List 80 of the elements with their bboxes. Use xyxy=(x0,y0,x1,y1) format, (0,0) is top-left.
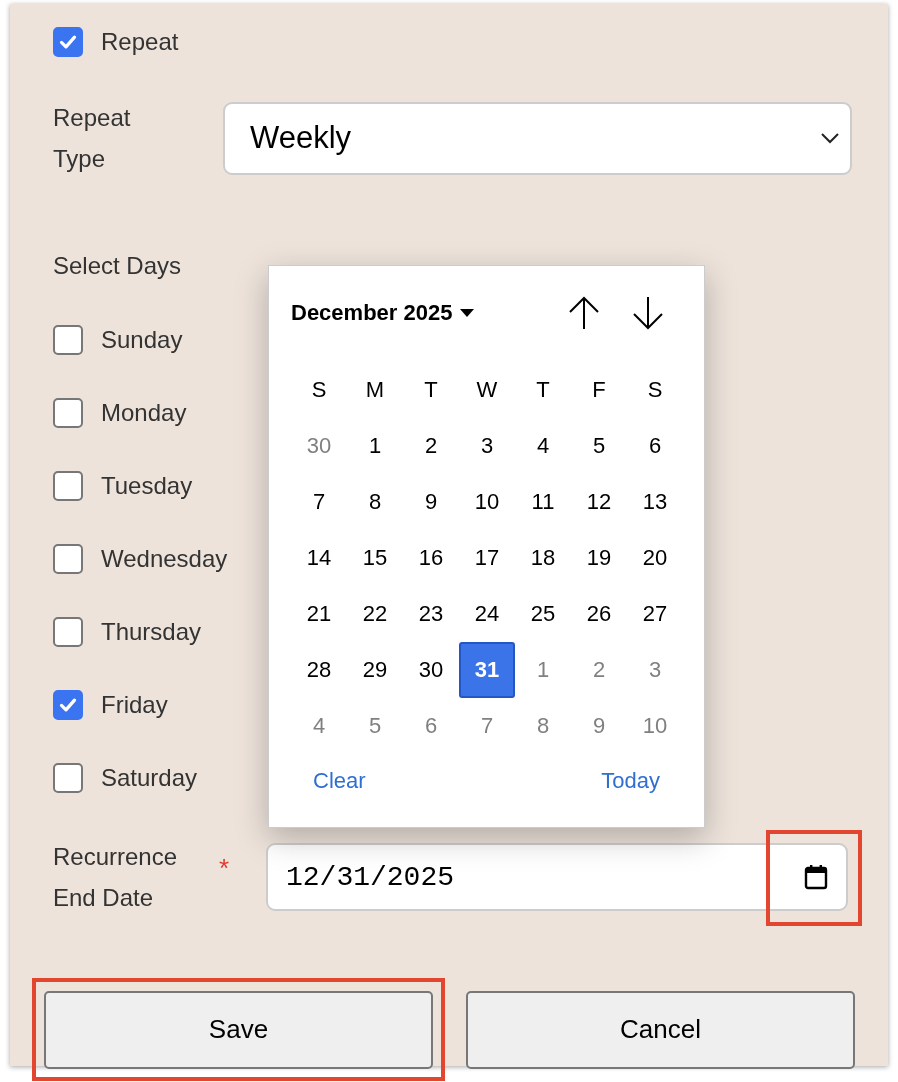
checkbox-label: Monday xyxy=(101,398,187,427)
action-button[interactable]: Cancel xyxy=(466,990,855,1069)
checkbox-label: Repeat xyxy=(101,28,179,56)
dropdown-triangle-icon xyxy=(460,309,475,317)
calendar-day[interactable]: 26 xyxy=(571,586,627,642)
checkbox-label: Wednesday xyxy=(101,544,228,573)
calendar-day[interactable]: 8 xyxy=(347,474,403,530)
section-label: Select Days xyxy=(53,253,183,279)
calendar-day[interactable]: 10 xyxy=(459,474,515,530)
today-link[interactable]: Today xyxy=(601,764,660,798)
checkbox-label: Friday xyxy=(101,690,168,719)
field-label: Repeat Type xyxy=(53,103,132,174)
calendar-day[interactable]: 12 xyxy=(571,474,627,530)
calendar-day[interactable]: 10 xyxy=(627,698,683,754)
clear-link[interactable]: Clear xyxy=(313,764,366,798)
calendar-day[interactable]: 8 xyxy=(515,698,571,754)
checkbox[interactable] xyxy=(53,616,83,647)
month-dropdown[interactable]: December 2025 xyxy=(291,300,475,326)
repeat-type-select[interactable]: Weekly xyxy=(223,101,852,175)
calendar-day[interactable]: 2 xyxy=(571,642,627,698)
calendar-day[interactable]: 30 xyxy=(403,642,459,698)
calendar-day[interactable]: 30 xyxy=(291,418,347,474)
calendar-day[interactable]: 18 xyxy=(515,530,571,586)
calendar-day[interactable]: 4 xyxy=(291,698,347,754)
calendar-day[interactable]: 1 xyxy=(515,642,571,698)
calendar-icon xyxy=(804,864,828,890)
field-label: Recurrence End Date xyxy=(53,842,179,913)
calendar-day[interactable]: 29 xyxy=(347,642,403,698)
weekday-label: T xyxy=(423,376,439,404)
calendar-day[interactable]: 9 xyxy=(571,698,627,754)
calendar-day[interactable]: 20 xyxy=(627,530,683,586)
checkbox-label: Sunday xyxy=(101,325,183,354)
checkbox[interactable] xyxy=(53,324,83,355)
calendar-day[interactable]: 19 xyxy=(571,530,627,586)
calendar-day[interactable]: 3 xyxy=(627,642,683,698)
calendar-day[interactable]: 23 xyxy=(403,586,459,642)
calendar-day[interactable]: 27 xyxy=(627,586,683,642)
calendar-day[interactable]: 21 xyxy=(291,586,347,642)
calendar-day[interactable]: 15 xyxy=(347,530,403,586)
calendar-day[interactable]: 25 xyxy=(515,586,571,642)
calendar-day[interactable]: 11 xyxy=(515,474,571,530)
weekday-label: T xyxy=(535,376,551,404)
calendar-day[interactable]: 24 xyxy=(459,586,515,642)
calendar-day[interactable]: 3 xyxy=(459,418,515,474)
calendar-day[interactable]: 22 xyxy=(347,586,403,642)
calendar-day[interactable]: 4 xyxy=(515,418,571,474)
calendar-day[interactable]: 1 xyxy=(347,418,403,474)
calendar-day[interactable]: 7 xyxy=(459,698,515,754)
calendar-day[interactable]: 31 xyxy=(459,642,515,698)
date-field[interactable]: 12/31/2025 xyxy=(266,843,848,911)
calendar-day[interactable]: 6 xyxy=(403,698,459,754)
calendar-day[interactable]: 5 xyxy=(347,698,403,754)
weekday-label: F xyxy=(591,376,607,404)
checkbox[interactable] xyxy=(53,397,83,428)
calendar-day[interactable]: 2 xyxy=(403,418,459,474)
calendar-day[interactable]: 9 xyxy=(403,474,459,530)
weekday-label: S xyxy=(310,376,328,404)
calendar-day[interactable]: 7 xyxy=(291,474,347,530)
calendar-day[interactable]: 14 xyxy=(291,530,347,586)
weekday-label: W xyxy=(475,376,499,404)
arrow-down-icon[interactable] xyxy=(630,295,666,331)
calendar-day[interactable]: 6 xyxy=(627,418,683,474)
checkbox[interactable] xyxy=(53,762,83,793)
calendar-day[interactable]: 17 xyxy=(459,530,515,586)
calendar-day[interactable]: 13 xyxy=(627,474,683,530)
checkbox-label: Saturday xyxy=(101,763,198,792)
checkbox[interactable] xyxy=(53,27,83,57)
required-mark: * xyxy=(219,852,231,884)
calendar-day[interactable]: 5 xyxy=(571,418,627,474)
calendar-day[interactable]: 28 xyxy=(291,642,347,698)
action-button[interactable]: Save xyxy=(44,990,433,1069)
calendar-day[interactable]: 16 xyxy=(403,530,459,586)
checkbox-label: Thursday xyxy=(101,617,202,646)
weekday-label: M xyxy=(364,376,386,404)
checkbox[interactable] xyxy=(53,543,83,574)
checkbox-label: Tuesday xyxy=(101,471,193,500)
checkbox[interactable] xyxy=(53,689,83,720)
weekday-label: S xyxy=(646,376,664,404)
checkbox[interactable] xyxy=(53,470,83,501)
chevron-down-icon xyxy=(820,132,840,144)
